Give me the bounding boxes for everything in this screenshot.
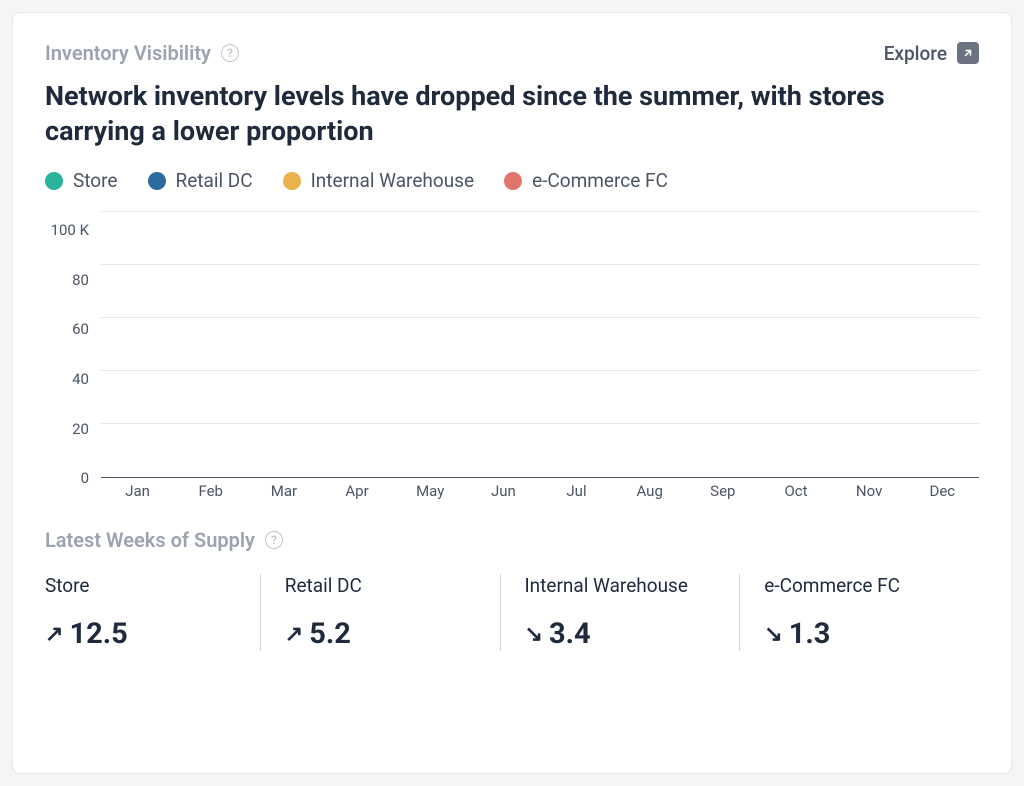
explore-link[interactable]: Explore xyxy=(884,42,979,65)
grid-line xyxy=(101,211,979,212)
legend-item[interactable]: e-Commerce FC xyxy=(504,169,668,192)
legend-swatch xyxy=(148,172,166,190)
y-tick-label: 80 xyxy=(45,271,97,289)
legend-swatch xyxy=(504,172,522,190)
plot-area xyxy=(101,212,979,478)
legend-swatch xyxy=(45,172,63,190)
kpi-label: Internal Warehouse xyxy=(525,574,716,597)
x-tick-label: Jan xyxy=(101,478,174,502)
grid-line xyxy=(101,370,979,371)
x-tick-label: Oct xyxy=(759,478,832,502)
x-tick-label: Dec xyxy=(906,478,979,502)
arrow-up-icon: ↗ xyxy=(45,622,63,647)
y-axis: 020406080100 K xyxy=(45,212,97,478)
x-tick-label: Feb xyxy=(174,478,247,502)
stacked-bar-chart: 0 20 40 60 80 100 K JanFebMarAprMayJunJulAugS… xyxy=(45,212,979,502)
x-tick-label: Jul xyxy=(540,478,613,502)
x-tick-label: May xyxy=(394,478,467,502)
x-tick-label: Sep xyxy=(686,478,759,502)
arrow-down-icon: ↘ xyxy=(525,622,543,647)
legend-label: e-Commerce FC xyxy=(532,169,668,192)
kpi-card: Internal Warehouse ↘3.4 xyxy=(500,574,740,651)
y-tick-label: 20 xyxy=(45,420,97,438)
x-tick-label: Nov xyxy=(833,478,906,502)
inventory-card: Inventory Visibility ? Explore Network i… xyxy=(12,12,1012,774)
y-tick-label: 40 xyxy=(45,370,97,388)
legend-label: Internal Warehouse xyxy=(311,169,474,192)
grid-line xyxy=(101,423,979,424)
card-section-title: Inventory Visibility xyxy=(45,41,211,65)
kpi-value-row: ↘3.4 xyxy=(525,617,716,651)
grid-line xyxy=(101,264,979,265)
kpi-value-row: ↘ 1.3 xyxy=(764,617,955,651)
header-title-group: Inventory Visibility ? xyxy=(45,41,239,65)
kpi-value: 12.5 xyxy=(69,617,127,651)
kpi-card: Retail DC ↗5.2 xyxy=(260,574,500,651)
kpi-value: 1.3 xyxy=(789,617,831,651)
arrow-down-icon: ↘ xyxy=(764,622,782,647)
explore-label: Explore xyxy=(884,42,947,65)
kpi-label: Retail DC xyxy=(285,574,476,597)
y-tick-label: 0 xyxy=(45,469,97,487)
kpi-label: e-Commerce FC xyxy=(764,574,955,597)
kpi-value: 5.2 xyxy=(309,617,351,651)
bar-container xyxy=(101,212,979,477)
legend-label: Store xyxy=(73,169,118,192)
help-icon[interactable]: ? xyxy=(221,44,239,62)
external-link-icon xyxy=(957,42,979,64)
x-tick-label: Mar xyxy=(247,478,320,502)
kpi-value: 3.4 xyxy=(549,617,591,651)
y-tick-label: 60 xyxy=(45,320,97,338)
kpi-value-row: ↗12.5 xyxy=(45,617,236,651)
legend-item[interactable]: Store xyxy=(45,169,118,192)
legend-item[interactable]: Retail DC xyxy=(148,169,253,192)
kpi-card: e-Commerce FC ↘ 1.3 xyxy=(739,574,979,651)
legend-label: Retail DC xyxy=(176,169,253,192)
grid-line xyxy=(101,317,979,318)
chart-legend: Store Retail DC Internal Warehouse e-Commer… xyxy=(45,169,979,192)
chart-title: Network inventory levels have dropped si… xyxy=(45,79,979,149)
kpi-label: Store xyxy=(45,574,236,597)
arrow-up-icon: ↗ xyxy=(285,622,303,647)
legend-swatch xyxy=(283,172,301,190)
subheader-group: Latest Weeks of Supply ? xyxy=(45,528,979,552)
help-icon[interactable]: ? xyxy=(265,531,283,549)
x-axis: JanFebMarAprMayJunJulAugSepOctNovDec xyxy=(101,478,979,502)
legend-item[interactable]: Internal Warehouse xyxy=(283,169,474,192)
x-tick-label: Jun xyxy=(467,478,540,502)
x-tick-label: Apr xyxy=(320,478,393,502)
y-tick-label: 100 K xyxy=(45,221,97,239)
kpi-card: Store ↗12.5 xyxy=(45,574,260,651)
card-header: Inventory Visibility ? Explore xyxy=(45,41,979,65)
x-tick-label: Aug xyxy=(613,478,686,502)
subheader-title: Latest Weeks of Supply xyxy=(45,528,255,552)
kpi-value-row: ↗5.2 xyxy=(285,617,476,651)
kpi-row: Store↗12.5Retail DC↗5.2Internal Warehous… xyxy=(45,574,979,651)
